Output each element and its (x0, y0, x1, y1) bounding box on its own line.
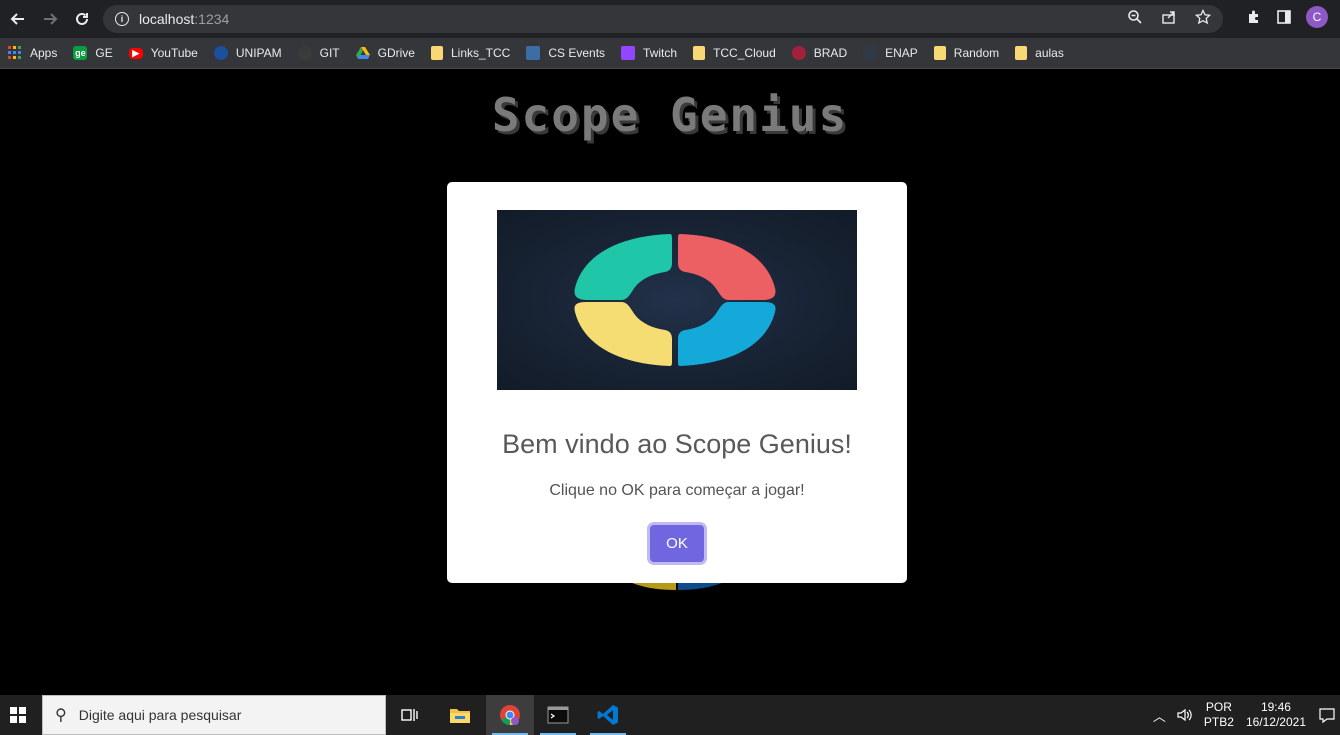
bookmark-label: Links_TCC (450, 46, 511, 60)
clock-date: 16/12/2021 (1245, 715, 1306, 729)
unipam-icon (213, 46, 228, 60)
site-info-icon[interactable]: i (115, 12, 129, 26)
modal-text: Clique no OK para começar a jogar! (549, 482, 805, 499)
clock-time: 19:46 (1260, 700, 1291, 714)
apps-grid-icon (8, 46, 22, 60)
bookmark-label: GIT (319, 46, 340, 60)
chrome-icon (500, 705, 520, 726)
reload-icon (76, 12, 88, 25)
forward-arrow-icon (44, 13, 58, 25)
gdrive-icon (355, 46, 370, 60)
blue-quadrant-shape (678, 302, 776, 366)
clock[interactable]: 19:46 16/12/2021 (1246, 700, 1306, 730)
ok-button[interactable]: OK (650, 525, 704, 562)
bookmark-label: Twitch (643, 46, 678, 60)
forward-button[interactable] (34, 3, 66, 35)
red-quadrant-shape (678, 234, 776, 300)
search-placeholder: Digite aqui para pesquisar (78, 707, 242, 723)
bookmark-gdrive[interactable]: GDrive (355, 46, 415, 60)
bookmark-label: Apps (30, 46, 58, 60)
system-tray: ︿ POR PTB2 19:46 16/12/2021 (1153, 695, 1340, 735)
enap-icon (863, 46, 878, 60)
volume-icon[interactable] (1176, 707, 1194, 723)
green-quadrant-shape (574, 234, 672, 300)
back-arrow-icon (10, 13, 24, 25)
folder-icon (1015, 46, 1028, 60)
reload-button[interactable] (66, 3, 98, 35)
game-page: Scope Genius Bem vindo ao Scope Genius! … (0, 70, 1340, 695)
bookmark-random[interactable]: Random (933, 46, 1000, 60)
browser-toolbar: i localhost:1234 C (0, 0, 1340, 38)
bookmark-label: ENAP (885, 46, 918, 60)
extensions-icon[interactable] (1246, 9, 1262, 25)
cs-events-icon (526, 46, 541, 60)
address-bar[interactable]: i localhost:1234 (103, 5, 1223, 33)
youtube-icon: ▶ (128, 47, 143, 59)
taskbar-vscode[interactable] (584, 695, 632, 735)
folder-icon (430, 46, 443, 60)
zoom-icon[interactable] (1127, 9, 1143, 25)
bookmark-twitch[interactable]: Twitch (621, 46, 677, 60)
yellow-quadrant-shape (574, 302, 672, 366)
bookmark-enap[interactable]: ENAP (863, 46, 918, 60)
bookmark-ge[interactable]: ge GE (73, 46, 113, 60)
side-panel-icon[interactable] (1276, 9, 1292, 25)
keyboard-layout: PTB2 (1203, 715, 1234, 729)
welcome-modal: Bem vindo ao Scope Genius! Clique no OK … (447, 182, 907, 583)
game-title: Scope Genius (491, 88, 849, 142)
bookmark-label: BRAD (813, 46, 848, 60)
bookmark-youtube[interactable]: ▶ YouTube (128, 46, 198, 60)
file-explorer-icon (450, 709, 470, 723)
genius-logo-image (497, 210, 857, 390)
folder-icon (933, 46, 946, 60)
brad-icon (791, 46, 806, 60)
language-code: POR (1205, 700, 1232, 714)
back-button[interactable] (2, 3, 34, 35)
share-icon[interactable] (1161, 9, 1177, 25)
github-icon (297, 46, 312, 60)
bookmark-label: GDrive (377, 46, 415, 60)
bookmark-apps[interactable]: Apps (8, 46, 57, 60)
bookmark-links-tcc[interactable]: Links_TCC (430, 46, 511, 60)
notifications-icon[interactable] (1318, 706, 1336, 724)
taskbar-chrome[interactable] (486, 695, 534, 735)
task-view-icon (401, 709, 418, 721)
vscode-icon (597, 705, 618, 725)
bookmark-label: aulas (1035, 46, 1064, 60)
taskbar: ⚲ Digite aqui para pesquisar ︿ POR PTB2 … (0, 695, 1340, 735)
bookmark-brad[interactable]: BRAD (791, 46, 848, 60)
url-host: localhost (139, 11, 195, 27)
bookmark-label: CS Events (548, 46, 606, 60)
chevron-up-icon[interactable]: ︿ (1153, 706, 1166, 725)
bookmark-cs-events[interactable]: CS Events (526, 46, 605, 60)
bookmark-label: YouTube (150, 46, 198, 60)
windows-logo-icon (10, 707, 26, 723)
ge-icon: ge (73, 46, 88, 60)
url-port: :1234 (194, 11, 230, 27)
bookmarks-bar: Apps ge GE ▶ YouTube UNIPAM GIT GDrive L… (0, 38, 1340, 69)
search-icon: ⚲ (55, 707, 67, 724)
url-text: localhost:1234 (139, 11, 229, 27)
bookmark-aulas[interactable]: aulas (1015, 46, 1064, 60)
task-view-button[interactable] (386, 695, 434, 735)
taskbar-terminal[interactable] (534, 695, 582, 735)
bookmark-star-icon[interactable] (1195, 9, 1211, 25)
bookmark-tcc-cloud[interactable]: TCC_Cloud (693, 46, 776, 60)
bookmark-unipam[interactable]: UNIPAM (213, 46, 282, 60)
input-language[interactable]: POR PTB2 (1204, 700, 1234, 730)
taskbar-file-explorer[interactable] (436, 695, 484, 735)
bookmark-label: TCC_Cloud (713, 46, 776, 60)
modal-title: Bem vindo ao Scope Genius! (502, 429, 852, 459)
start-button[interactable] (0, 695, 36, 735)
bookmark-label: Random (953, 46, 1000, 60)
twitch-icon (621, 46, 636, 60)
profile-avatar[interactable]: C (1306, 6, 1328, 28)
folder-icon (693, 46, 706, 60)
bookmark-label: UNIPAM (235, 46, 282, 60)
bookmark-git[interactable]: GIT (297, 46, 340, 60)
bookmark-label: GE (95, 46, 113, 60)
taskbar-search[interactable]: ⚲ Digite aqui para pesquisar (42, 695, 386, 735)
terminal-icon (547, 706, 569, 724)
